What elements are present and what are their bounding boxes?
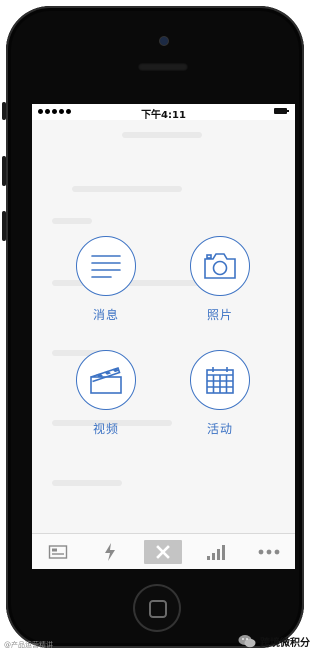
mute-switch	[2, 102, 6, 120]
phone-screen: 下午4:11 消息 照片 视频 活动	[32, 104, 295, 569]
card-icon	[48, 545, 68, 559]
blurred-background	[32, 120, 295, 533]
list-icon	[91, 255, 121, 278]
lightning-icon	[105, 543, 115, 561]
menu-item-messages[interactable]: 消息	[61, 236, 151, 323]
tab-card[interactable]	[32, 534, 84, 569]
menu-icon-circle	[190, 350, 250, 410]
camera-icon	[204, 253, 236, 279]
menu-item-label: 消息	[92, 308, 119, 322]
watermark-text: @产品运营精讲	[4, 641, 53, 649]
volume-up-button	[2, 156, 6, 186]
menu-item-photos[interactable]: 照片	[175, 236, 265, 323]
tab-bar	[32, 533, 295, 569]
menu-icon-circle	[190, 236, 250, 296]
tab-lightning[interactable]	[84, 534, 136, 569]
calendar-icon	[206, 367, 234, 394]
wechat-icon	[238, 635, 256, 648]
home-button	[133, 584, 181, 632]
close-button[interactable]	[144, 540, 182, 564]
front-camera	[160, 37, 168, 45]
menu-item-events[interactable]: 活动	[175, 350, 265, 437]
status-bar: 下午4:11	[32, 104, 295, 121]
tab-stats[interactable]	[190, 534, 242, 569]
menu-icon-circle	[76, 350, 136, 410]
close-icon	[156, 545, 170, 559]
more-icon	[258, 549, 280, 555]
volume-down-button	[2, 211, 6, 241]
signal-bars-icon	[207, 545, 225, 560]
brand-text: 跨境微积分	[260, 638, 310, 649]
status-time: 下午4:11	[141, 110, 186, 121]
tab-more[interactable]	[243, 534, 295, 569]
phone-frame: 下午4:11 消息 照片 视频 活动	[2, 6, 304, 648]
earpiece-speaker	[138, 63, 188, 71]
battery-icon	[274, 108, 289, 114]
brand-watermark: 跨境微积分	[238, 634, 310, 649]
clapperboard-icon	[90, 366, 122, 394]
menu-item-label: 活动	[206, 422, 233, 436]
menu-item-label: 视频	[92, 422, 119, 436]
menu-icon-circle	[76, 236, 136, 296]
menu-item-videos[interactable]: 视频	[61, 350, 151, 437]
menu-item-label: 照片	[206, 308, 233, 322]
